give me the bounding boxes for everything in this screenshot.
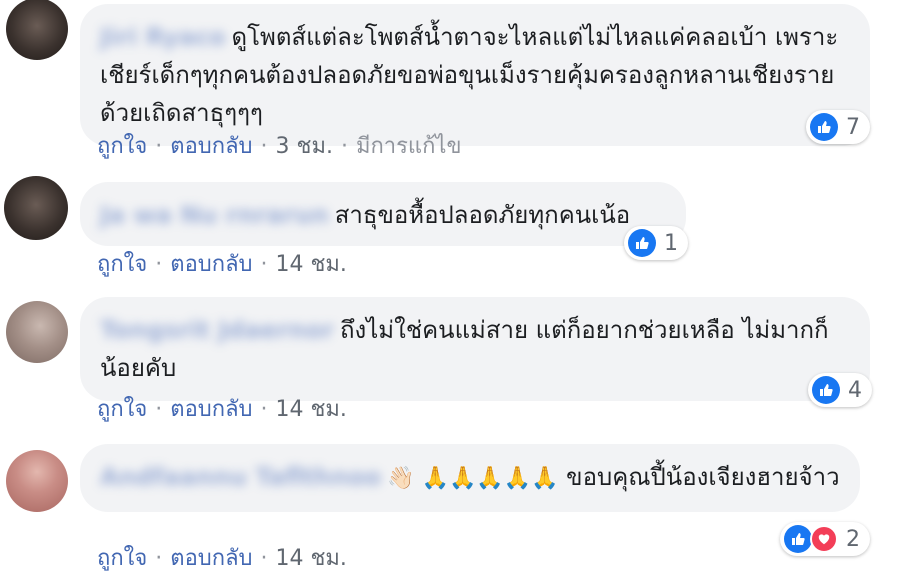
timestamp[interactable]: 3 ชม.	[276, 134, 333, 159]
separator: ·	[260, 546, 268, 571]
separator: ·	[260, 252, 268, 277]
timestamp[interactable]: 14 ชม.	[276, 546, 347, 571]
like-link[interactable]: ถูกใจ	[97, 546, 147, 571]
like-link[interactable]: ถูกใจ	[97, 134, 147, 159]
comment-text: ขอบคุณปี้น้องเจียงฮายจ้าว	[566, 463, 840, 491]
separator: ·	[155, 397, 163, 422]
author-name[interactable]: Tongsrit Jdaernor	[100, 311, 334, 349]
like-reaction-icon	[810, 113, 838, 141]
separator: ·	[340, 134, 348, 159]
comment-actions: ถูกใจ · ตอบกลับ · 3 ชม. · มีการแก้ไข	[97, 128, 462, 163]
separator: ·	[155, 252, 163, 277]
reaction-number: 4	[848, 377, 862, 403]
author-name[interactable]: Andfaannu Taflthnoo	[100, 458, 381, 496]
comment-actions: ถูกใจ · ตอบกลับ · 14 ชม.	[97, 540, 347, 575]
avatar[interactable]	[4, 176, 68, 240]
like-reaction-icon	[628, 229, 656, 257]
comment-text: สาธุขอหื้อปลอดภัยทุกคนเน้อ	[334, 201, 631, 229]
comment-3: Tongsrit Jdaernor ถึงไม่ใช่คนแม่สาย แต่ก็…	[0, 295, 900, 435]
like-reaction-icon	[812, 376, 840, 404]
comment-actions: ถูกใจ · ตอบกลับ · 14 ชม.	[97, 246, 347, 281]
like-link[interactable]: ถูกใจ	[97, 397, 147, 422]
separator: ·	[260, 397, 268, 422]
reply-link[interactable]: ตอบกลับ	[170, 546, 252, 571]
reaction-count[interactable]: 2	[780, 522, 870, 556]
avatar[interactable]	[6, 301, 68, 363]
reaction-count[interactable]: 1	[624, 226, 688, 260]
emoji-string: 👋🏻 🙏🙏🙏🙏🙏	[387, 466, 559, 491]
author-name[interactable]: Ja wa Nu rnrarun	[100, 196, 329, 234]
author-name[interactable]: Jiri Ryaco	[100, 18, 226, 56]
comment-bubble: Andfaannu Taflthnoo 👋🏻 🙏🙏🙏🙏🙏 ขอบคุณปี้น้อ…	[80, 444, 860, 512]
timestamp[interactable]: 14 ชม.	[276, 397, 347, 422]
love-reaction-icon	[810, 525, 838, 553]
separator: ·	[155, 546, 163, 571]
comment-actions: ถูกใจ · ตอบกลับ · 14 ชม.	[97, 391, 347, 426]
separator: ·	[155, 134, 163, 159]
reply-link[interactable]: ตอบกลับ	[170, 134, 252, 159]
reaction-number: 1	[664, 230, 678, 256]
separator: ·	[260, 134, 268, 159]
reaction-count[interactable]: 7	[806, 110, 870, 144]
reaction-count[interactable]: 4	[808, 373, 872, 407]
comment-1: Jiri Ryaco ดูโพตส์แต่ละโพตส์น้ำตาจะไหลแต่…	[0, 0, 900, 160]
comment-bubble: Jiri Ryaco ดูโพตส์แต่ละโพตส์น้ำตาจะไหลแต่…	[80, 4, 870, 146]
avatar[interactable]	[6, 450, 68, 512]
timestamp[interactable]: 14 ชม.	[276, 252, 347, 277]
like-link[interactable]: ถูกใจ	[97, 252, 147, 277]
reaction-number: 2	[846, 526, 860, 552]
reply-link[interactable]: ตอบกลับ	[170, 397, 252, 422]
comment-2: Ja wa Nu rnrarun สาธุขอหื้อปลอดภัยทุกคนเน…	[0, 170, 900, 290]
comment-4: Andfaannu Taflthnoo 👋🏻 🙏🙏🙏🙏🙏 ขอบคุณปี้น้อ…	[0, 440, 900, 571]
reply-link[interactable]: ตอบกลับ	[170, 252, 252, 277]
edited-label[interactable]: มีการแก้ไข	[356, 134, 462, 159]
avatar[interactable]	[6, 0, 68, 60]
comment-bubble: Tongsrit Jdaernor ถึงไม่ใช่คนแม่สาย แต่ก็…	[80, 297, 870, 401]
comment-bubble: Ja wa Nu rnrarun สาธุขอหื้อปลอดภัยทุกคนเน…	[80, 182, 686, 246]
reaction-number: 7	[846, 114, 860, 140]
like-reaction-icon	[784, 525, 812, 553]
